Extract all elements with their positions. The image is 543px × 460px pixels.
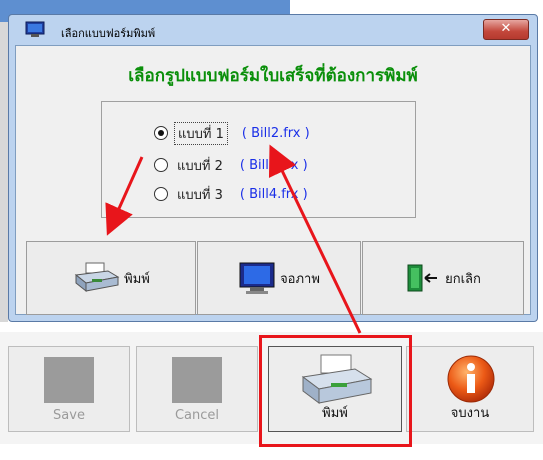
arrow-to-option-1: [268, 144, 362, 334]
arrow-to-dialog-print: [105, 156, 144, 236]
annotation-arrows: [105, 144, 362, 334]
